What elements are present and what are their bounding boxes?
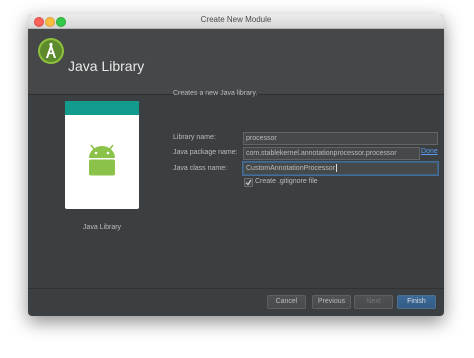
dialog-header: Java Library	[28, 29, 444, 95]
previous-button[interactable]: Previous	[312, 295, 351, 309]
checkmark-icon	[245, 179, 252, 186]
create-module-dialog: Create New Module Java Library Java Libr…	[28, 14, 444, 316]
finish-button[interactable]: Finish	[397, 295, 436, 309]
package-name-input[interactable]: com.stablekernel.annotationprocessor.pro…	[243, 147, 420, 160]
preview-caption: Java Library	[82, 224, 122, 231]
class-name-input[interactable]: CustomAnnotationProcessor	[243, 162, 438, 175]
class-name-value: CustomAnnotationProcessor	[246, 165, 336, 172]
module-description: Creates a new Java library.	[173, 90, 258, 97]
package-done-link[interactable]: Done	[421, 148, 438, 155]
footer-divider	[28, 288, 444, 289]
preview-card-banner	[65, 101, 139, 115]
gitignore-label[interactable]: Create .gitignore file	[255, 178, 318, 185]
android-studio-icon	[38, 38, 64, 64]
library-name-label: Library name:	[173, 134, 216, 141]
title-bar[interactable]: Create New Module	[28, 14, 444, 29]
class-name-label: Java class name:	[173, 165, 228, 172]
module-preview-card	[65, 101, 139, 209]
header-title: Java Library	[68, 58, 145, 74]
package-name-label: Java package name:	[173, 149, 238, 156]
library-name-input[interactable]: processor	[243, 132, 438, 145]
next-button[interactable]: Next	[354, 295, 393, 309]
gitignore-checkbox[interactable]	[244, 178, 253, 187]
cancel-button[interactable]: Cancel	[267, 295, 306, 309]
window-title: Create New Module	[200, 15, 272, 24]
android-icon	[85, 144, 119, 185]
library-name-value: processor	[246, 135, 277, 142]
package-name-value: com.stablekernel.annotationprocessor.pro…	[246, 150, 397, 157]
text-caret	[336, 164, 338, 173]
